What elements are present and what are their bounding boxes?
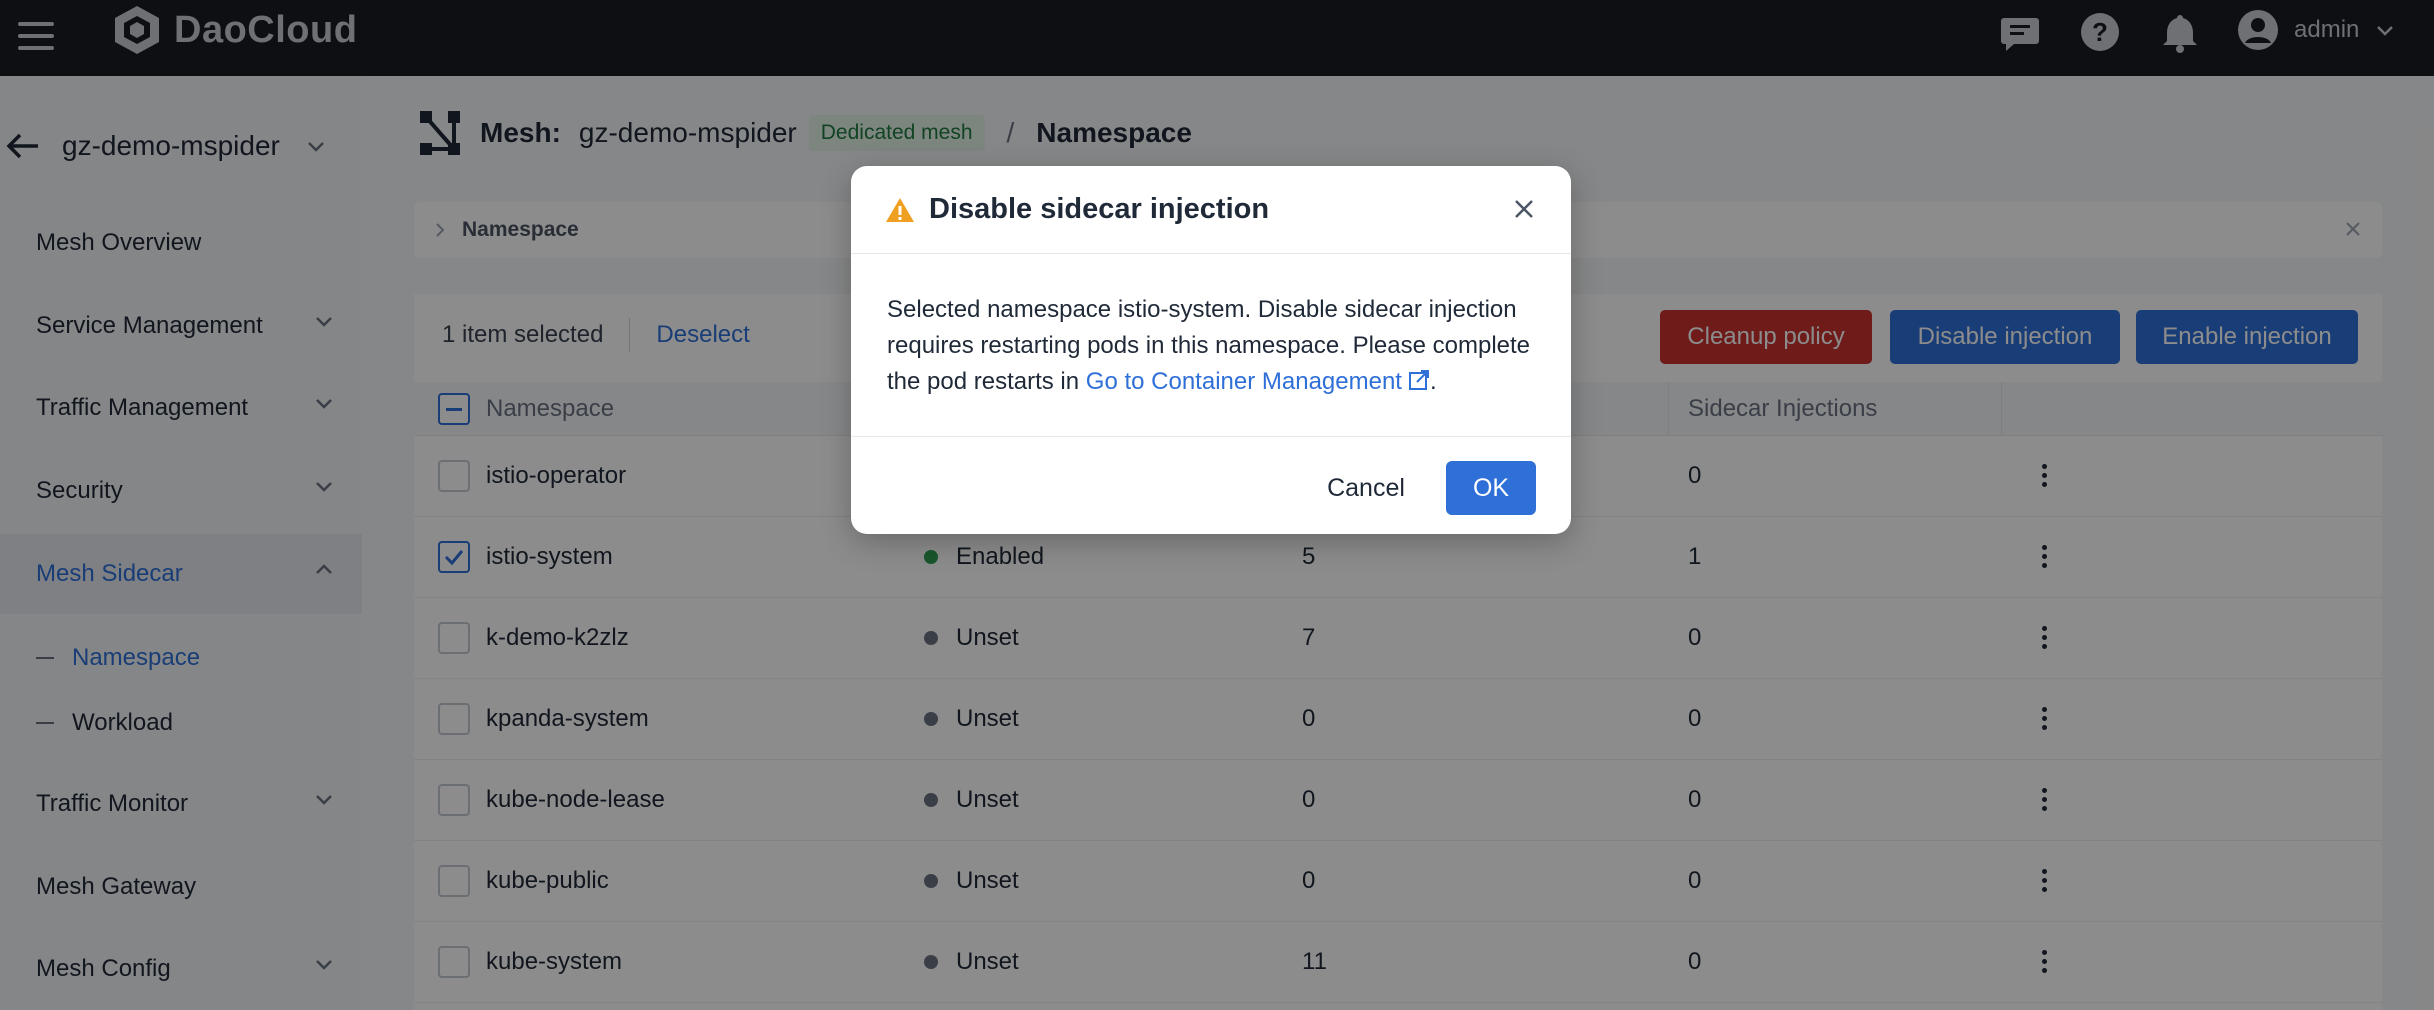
cancel-button[interactable]: Cancel xyxy=(1311,461,1421,515)
container-management-link[interactable]: Go to Container Management xyxy=(1086,368,1430,395)
external-link-icon xyxy=(1408,370,1429,390)
disable-sidecar-dialog: Disable sidecar injection Selected names… xyxy=(851,166,1571,534)
dialog-title: Disable sidecar injection xyxy=(929,193,1270,225)
dialog-header: Disable sidecar injection xyxy=(851,166,1571,254)
dialog-message-end: . xyxy=(1429,368,1437,395)
dialog-footer: Cancel OK xyxy=(851,436,1571,534)
warning-icon xyxy=(886,197,914,222)
dialog-body: Selected namespace istio-system. Disable… xyxy=(887,292,1547,400)
container-management-link-label: Go to Container Management xyxy=(1085,368,1402,395)
close-icon[interactable] xyxy=(1513,198,1535,220)
ok-button[interactable]: OK xyxy=(1446,461,1536,515)
